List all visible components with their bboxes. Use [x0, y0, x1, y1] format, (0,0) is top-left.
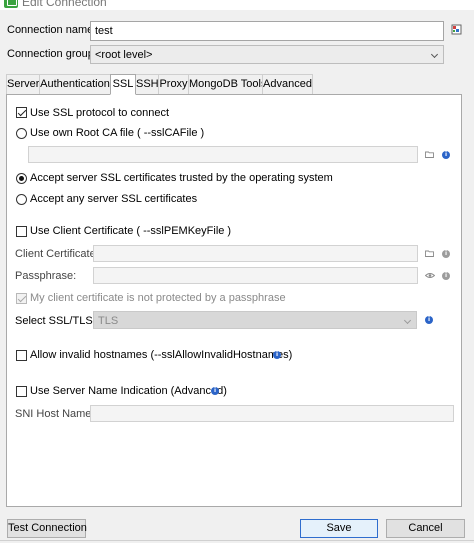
tab-advanced[interactable]: Advanced: [262, 74, 313, 95]
folder-icon[interactable]: [425, 250, 434, 257]
eye-icon[interactable]: [425, 272, 435, 279]
accept-any-label: Accept any server SSL certificates: [30, 193, 198, 205]
passphrase-input[interactable]: [93, 267, 418, 284]
own-ca-label: Use own Root CA file ( --sslCAFile ): [30, 127, 205, 139]
connection-name-value: test: [95, 25, 113, 37]
not-protected-label: My client certificate is not protected b…: [30, 292, 286, 304]
window-titlebar: Edit Connection: [0, 0, 474, 10]
info-icon[interactable]: i: [273, 351, 281, 359]
trusted-os-radio[interactable]: [16, 173, 27, 184]
sni-checkbox[interactable]: [16, 386, 27, 397]
own-ca-radio[interactable]: [16, 128, 27, 139]
passphrase-label: Passphrase:: [15, 270, 77, 282]
select-ssl-label: Select SSL/TLS:: [15, 315, 96, 327]
accept-any-radio[interactable]: [16, 194, 27, 205]
app-icon: [4, 0, 18, 8]
invalid-hostnames-label: Allow invalid hostnames (--sslAllowInval…: [30, 349, 293, 361]
ssl-tls-value: TLS: [98, 315, 119, 327]
connection-name-label: Connection name:: [7, 24, 97, 36]
connection-group-select[interactable]: <root level>: [90, 45, 444, 64]
tab-mongodb-tools[interactable]: MongoDB Tools: [188, 74, 266, 95]
client-cert-checkbox[interactable]: [16, 226, 27, 237]
sni-host-input[interactable]: [90, 405, 454, 422]
use-ssl-checkbox[interactable]: [16, 107, 27, 118]
chevron-down-icon: [430, 50, 439, 59]
info-icon[interactable]: i: [442, 272, 450, 280]
ca-file-input[interactable]: [28, 146, 418, 163]
save-button[interactable]: Save: [300, 519, 378, 538]
chevron-down-icon: [403, 316, 412, 325]
info-icon[interactable]: i: [425, 316, 433, 324]
cancel-button[interactable]: Cancel: [386, 519, 465, 538]
client-cert-checkbox-label: Use Client Certificate ( --sslPEMKeyFile…: [30, 225, 232, 237]
sni-label: Use Server Name Indication (Advanced): [30, 385, 227, 397]
sni-host-label: SNI Host Name:: [15, 408, 95, 420]
info-icon[interactable]: i: [211, 387, 219, 395]
trusted-os-label: Accept server SSL certificates trusted b…: [30, 172, 333, 184]
not-protected-checkbox[interactable]: [16, 293, 27, 304]
connection-group-label: Connection group:: [7, 48, 97, 60]
footer-divider: [0, 540, 474, 541]
tab-proxy[interactable]: Proxy: [158, 74, 189, 95]
connection-name-input[interactable]: test: [90, 21, 444, 41]
tab-ssl[interactable]: SSL: [110, 74, 136, 95]
info-icon[interactable]: i: [442, 151, 450, 159]
window-title: Edit Connection: [22, 0, 107, 9]
info-icon[interactable]: i: [442, 250, 450, 258]
invalid-hostnames-checkbox[interactable]: [16, 350, 27, 361]
client-cert-input[interactable]: [93, 245, 418, 262]
tab-server[interactable]: Server: [6, 74, 40, 95]
connection-group-value: <root level>: [95, 49, 153, 61]
use-ssl-label: Use SSL protocol to connect: [30, 107, 170, 119]
folder-icon[interactable]: [425, 151, 434, 158]
client-cert-label: Client Certificate:: [15, 248, 99, 260]
tab-ssh[interactable]: SSH: [135, 74, 159, 95]
database-icon[interactable]: [451, 24, 463, 36]
ssl-tls-select[interactable]: TLS: [93, 311, 417, 329]
test-connection-button[interactable]: Test Connection: [7, 519, 87, 538]
tab-authentication[interactable]: Authentication: [39, 74, 111, 95]
